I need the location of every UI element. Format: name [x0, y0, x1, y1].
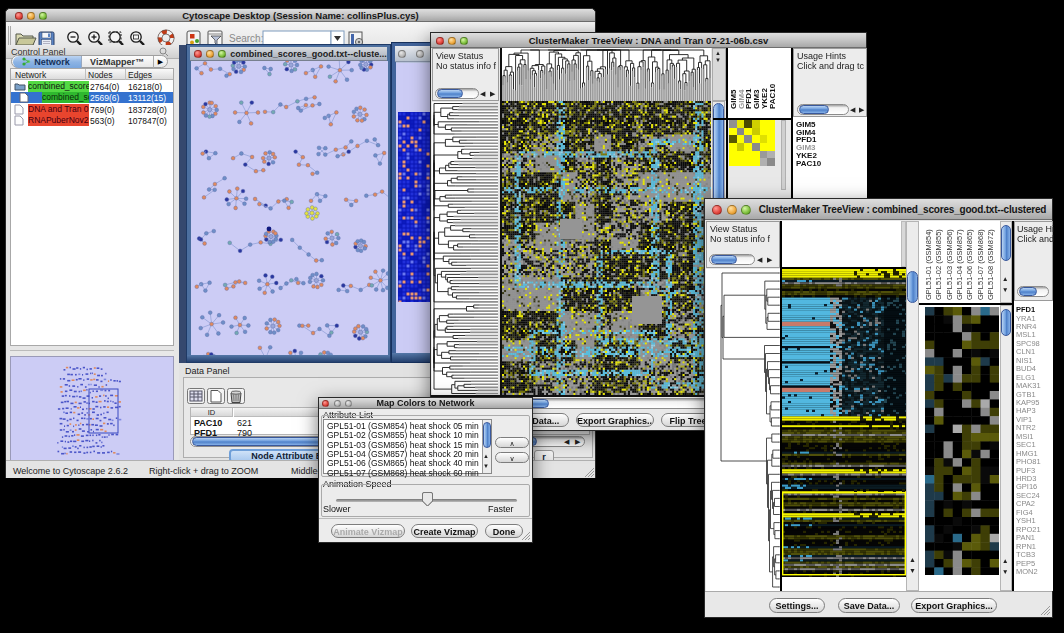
svg-text:Search:: Search: — [229, 33, 263, 44]
